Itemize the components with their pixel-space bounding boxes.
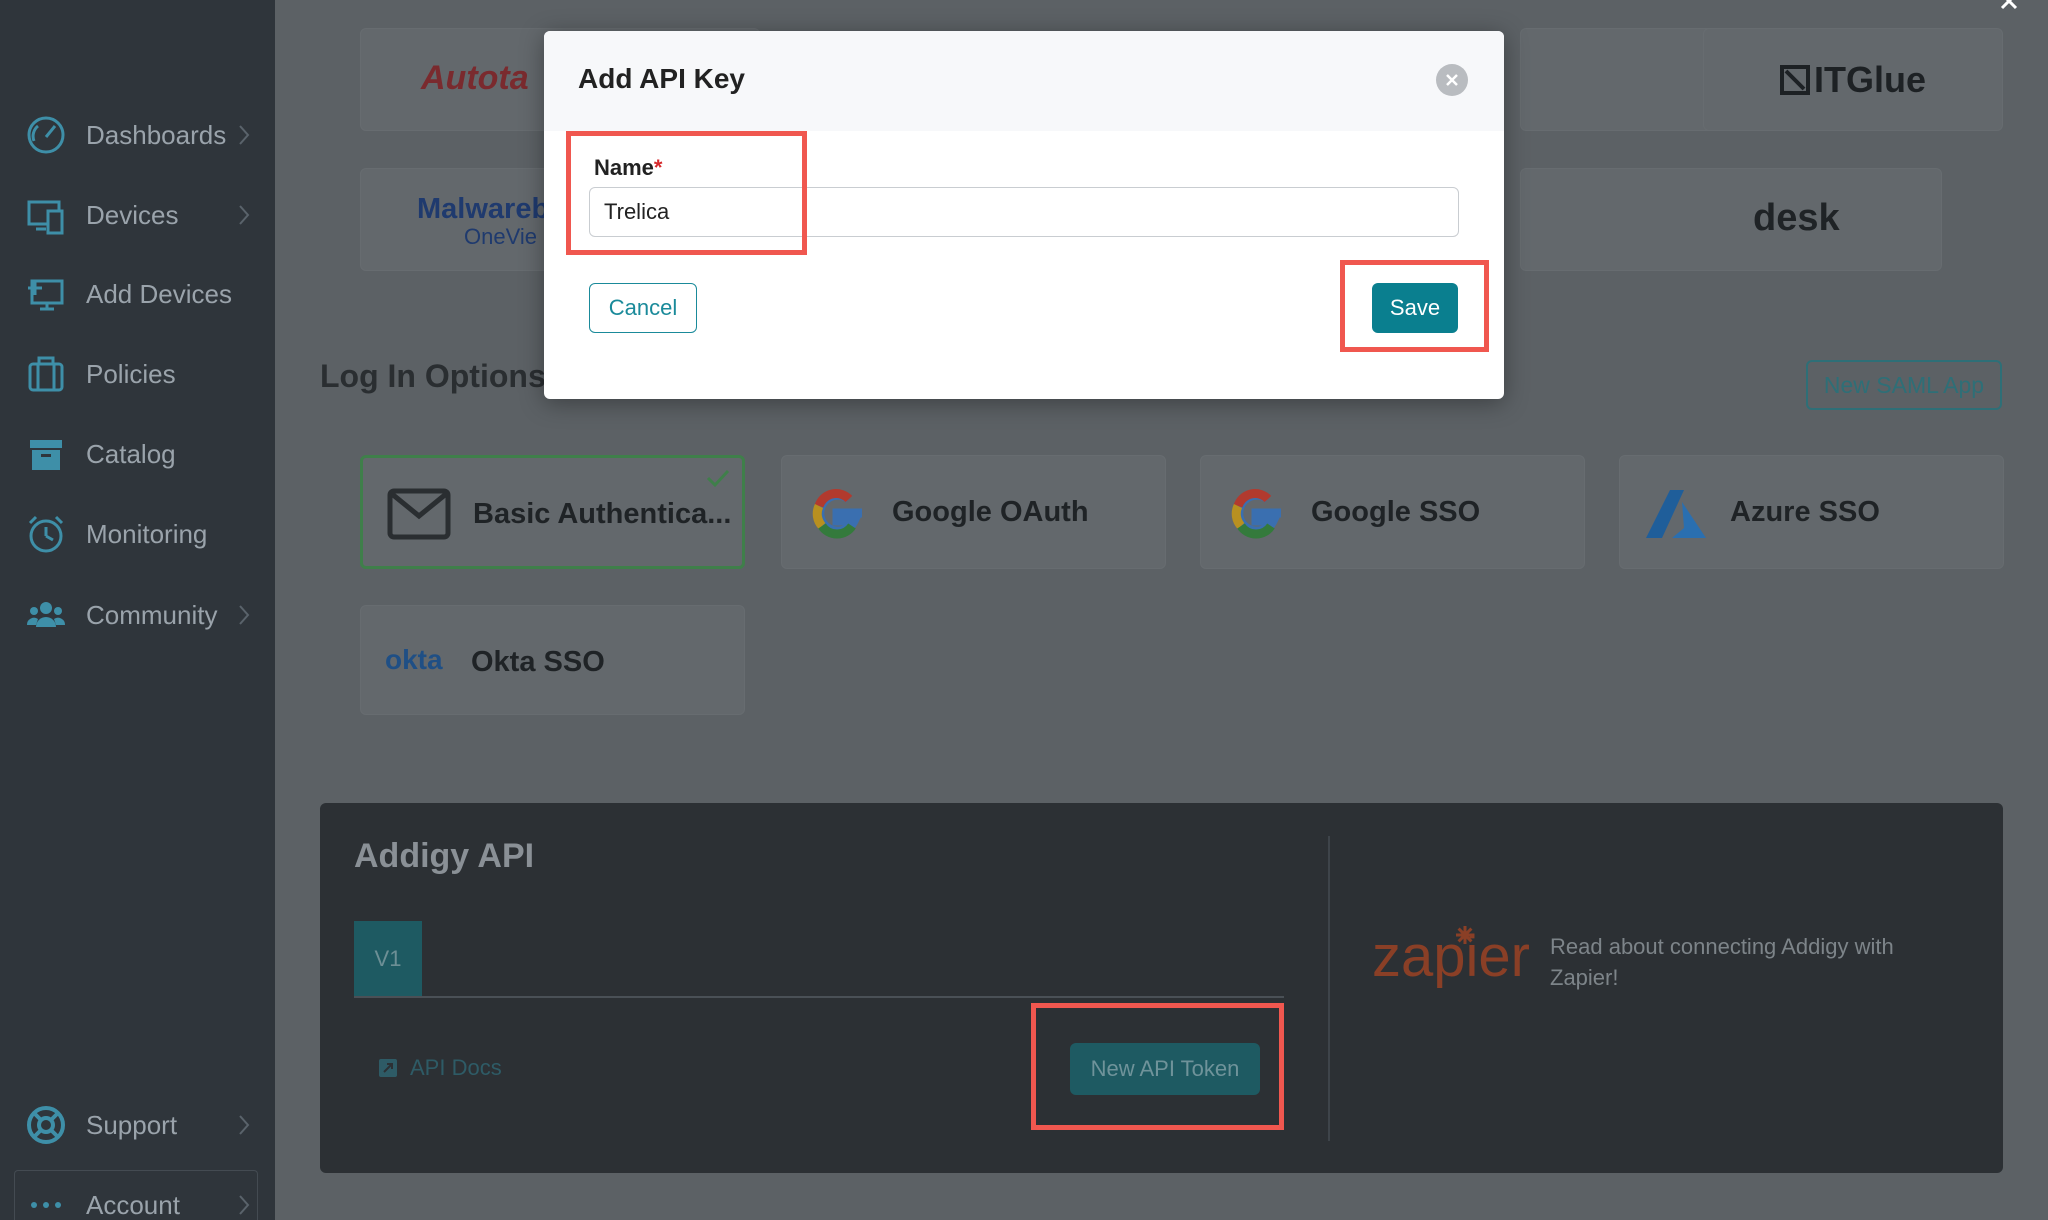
sidebar-item-label: Dashboards	[86, 119, 227, 150]
check-icon	[706, 469, 730, 488]
dashboard-icon	[26, 115, 66, 155]
sidebar-item-label: Catalog	[86, 438, 176, 469]
sidebar-item-devices[interactable]: Devices	[0, 185, 275, 245]
cancel-button[interactable]: Cancel	[589, 283, 697, 333]
google-icon	[812, 489, 862, 539]
login-option-google-sso[interactable]: Google SSO	[1200, 455, 1585, 569]
sidebar-item-label: Monitoring	[86, 518, 208, 549]
login-option-label: Okta SSO	[471, 646, 605, 678]
api-panel-divider	[1328, 836, 1330, 1141]
modal-title: Add API Key	[578, 63, 745, 94]
oneview-logo: OneVie	[464, 224, 537, 249]
external-link-icon	[379, 1059, 397, 1077]
login-option-azure-sso[interactable]: Azure SSO	[1619, 455, 2004, 569]
api-docs-link[interactable]: API Docs	[378, 1055, 502, 1081]
highlight-save-button	[1340, 260, 1489, 352]
login-option-basic-auth[interactable]: Basic Authentica...	[360, 455, 745, 569]
close-icon[interactable]	[1998, 0, 2028, 14]
sidebar-item-label: Support	[86, 1109, 178, 1140]
tab-v1[interactable]: V1	[354, 921, 422, 997]
sidebar-item-label: Devices	[86, 199, 179, 230]
login-option-okta-sso[interactable]: okta Okta SSO	[360, 605, 745, 715]
sidebar-item-label: Add Devices	[86, 278, 232, 309]
google-icon	[1231, 489, 1281, 539]
login-option-google-oauth[interactable]: Google OAuth	[781, 455, 1166, 569]
sidebar-item-monitoring[interactable]: Monitoring	[0, 504, 275, 564]
itglue-mark-icon	[1779, 64, 1810, 95]
close-icon	[1446, 74, 1458, 86]
servicedesk-logo: desk	[1753, 197, 1840, 239]
login-option-label: Azure SSO	[1730, 496, 1880, 528]
sidebar-item-policies[interactable]: Policies	[0, 344, 275, 404]
add-devices-icon	[26, 274, 66, 314]
new-saml-app-button[interactable]: New SAML App	[1806, 360, 2002, 410]
malwarebytes-logo: Malwareb	[417, 193, 550, 225]
login-option-label: Google SSO	[1311, 496, 1481, 528]
integration-card-servicedesk[interactable]: desk	[1520, 168, 1942, 271]
policies-icon	[26, 354, 66, 394]
chevron-right-icon	[239, 125, 250, 145]
devices-icon	[26, 195, 66, 235]
chevron-right-icon	[239, 605, 250, 625]
support-icon	[26, 1105, 66, 1145]
monitoring-icon	[26, 514, 66, 554]
chevron-right-icon	[239, 1115, 250, 1135]
autotask-logo: Autota	[421, 59, 529, 97]
sidebar-item-label: Account	[86, 1189, 180, 1220]
highlight-name-field	[566, 131, 807, 255]
api-docs-label: API Docs	[410, 1055, 502, 1080]
okta-icon: okta	[385, 644, 443, 675]
chevron-right-icon	[239, 205, 250, 225]
sidebar-item-support[interactable]: Support	[0, 1095, 275, 1155]
sidebar: Dashboards Devices Add Devices Policies …	[0, 0, 275, 1220]
azure-icon	[1646, 490, 1706, 538]
sidebar-item-catalog[interactable]: Catalog	[0, 424, 275, 484]
sidebar-item-label: Policies	[86, 358, 176, 389]
api-panel-title: Addigy API	[354, 837, 535, 875]
catalog-icon	[26, 434, 66, 474]
envelope-icon	[387, 488, 451, 540]
login-option-label: Basic Authentica...	[473, 498, 732, 530]
chevron-right-icon	[239, 1195, 250, 1215]
modal-header: Add API Key	[544, 31, 1504, 131]
community-icon	[26, 595, 66, 635]
zapier-logo: zapier	[1372, 924, 1530, 989]
highlight-new-api-token	[1031, 1003, 1284, 1130]
modal-close-button[interactable]	[1436, 64, 1468, 96]
login-option-label: Google OAuth	[892, 496, 1089, 528]
sidebar-item-account[interactable]: Account	[0, 1175, 275, 1220]
sidebar-item-add-devices[interactable]: Add Devices	[0, 264, 275, 324]
sidebar-item-community[interactable]: Community	[0, 585, 275, 645]
itglue-logo: ITGlue	[1813, 58, 1926, 100]
login-options-title: Log In Options	[320, 358, 546, 394]
more-icon	[26, 1185, 66, 1220]
integration-card-itglue[interactable]: ITGlue	[1703, 28, 2003, 131]
zapier-asterisk-icon	[1456, 926, 1474, 944]
sidebar-item-label: Community	[86, 599, 218, 630]
sidebar-item-dashboards[interactable]: Dashboards	[0, 105, 275, 165]
tab-divider	[354, 996, 1284, 998]
zapier-description: Read about connecting Addigy with Zapier…	[1550, 934, 1894, 990]
